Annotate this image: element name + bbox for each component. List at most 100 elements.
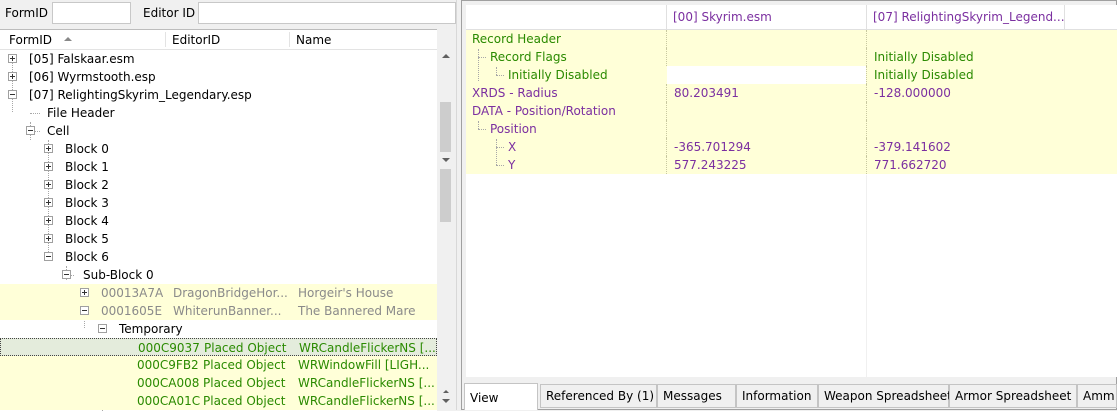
expand-icon[interactable] [44, 198, 53, 207]
tree-row-record[interactable]: 000CA01C Placed Object WRCandleFlickerNS… [0, 392, 437, 410]
expand-icon[interactable] [44, 144, 53, 153]
scroll-down-button[interactable] [437, 152, 454, 169]
tree-row-label: Block 0 [65, 142, 109, 156]
tab-armor-spreadsheet[interactable]: Armor Spreadsheet [949, 384, 1077, 408]
tree-row-label: [06] Wyrmstooth.esp [29, 70, 156, 84]
column-formid[interactable]: FormID [9, 33, 52, 47]
tab-view[interactable]: View [464, 383, 538, 410]
field-value-skyrim: 80.203491 [674, 86, 739, 100]
expand-icon[interactable] [8, 54, 17, 63]
tree-row-label: Temporary [119, 322, 183, 336]
tree-row-label: Block 6 [65, 250, 109, 264]
record-editorid: Placed Object [204, 341, 287, 355]
collapse-icon[interactable] [44, 252, 53, 261]
record-editorid: Placed Object [203, 394, 286, 408]
grid-row-record-header[interactable]: Record Header [466, 30, 1117, 48]
field-label: DATA - Position/Rotation [472, 104, 616, 118]
tree-row-record[interactable]: 000C9FB2 Placed Object WRWindowFill [LIG… [0, 356, 437, 374]
collapse-icon[interactable] [98, 324, 107, 333]
tree-row-file-header[interactable]: File Header [0, 104, 437, 122]
scroll-up-button[interactable] [437, 48, 454, 65]
tab-messages[interactable]: Messages [657, 384, 736, 408]
column-name[interactable]: Name [296, 33, 331, 47]
record-formid: 000CA01C [137, 394, 201, 408]
record-editorid: DragonBridgeHor... [173, 286, 288, 300]
tree-row-label: Block 5 [65, 232, 109, 246]
expand-icon[interactable] [80, 288, 89, 297]
field-value-relighting: -379.141602 [874, 140, 951, 154]
view-tabs: View Referenced By (1) Messages Informat… [462, 382, 1117, 411]
tree-row-block-6[interactable]: Block 6 [0, 248, 437, 266]
collapse-icon[interactable] [26, 126, 35, 135]
tree-row-label: Sub-Block 0 [83, 268, 154, 282]
formid-filter-label: FormID [5, 6, 49, 20]
field-label: Initially Disabled [508, 68, 608, 82]
tree-row-sub-block-0[interactable]: Sub-Block 0 [0, 266, 437, 284]
tab-ammo-spreadsheet[interactable]: Amm [1077, 384, 1117, 408]
record-editorid: Placed Object [203, 376, 286, 390]
record-editorid: Placed Object [203, 358, 286, 372]
grid-row-xrds-radius[interactable]: XRDS - Radius 80.203491 -128.000000 [466, 84, 1117, 102]
field-label: XRDS - Radius [472, 86, 558, 100]
tree-row-block-5[interactable]: Block 5 [0, 230, 437, 248]
expand-icon[interactable] [44, 180, 53, 189]
field-value-relighting: 771.662720 [874, 158, 947, 172]
tree-scrollbar[interactable] [437, 48, 454, 410]
tree-row-falskaar[interactable]: [05] Falskaar.esm [0, 50, 437, 68]
tab-referenced-by[interactable]: Referenced By (1) [540, 384, 657, 408]
collapse-icon[interactable] [62, 270, 71, 279]
tree-row-relighting[interactable]: [07] RelightingSkyrim_Legendary.esp [0, 86, 437, 104]
formid-filter-input[interactable] [52, 2, 131, 24]
record-name: WRCandleFlickerNS [... [299, 341, 436, 355]
collapse-icon[interactable] [80, 306, 89, 315]
record-tree[interactable]: FormID EditorID Name [05] Falskaar.esm [… [0, 29, 437, 411]
expand-icon[interactable] [44, 234, 53, 243]
tree-row-label: Block 2 [65, 178, 109, 192]
tree-row-block-1[interactable]: Block 1 [0, 158, 437, 176]
column-skyrim-esm[interactable]: [00] Skyrim.esm [673, 10, 772, 24]
tree-row-temporary[interactable]: Temporary [0, 320, 437, 338]
tree-row-label: Block 3 [65, 196, 109, 210]
record-name: The Bannered Mare [298, 304, 416, 318]
record-editorid: WhiterunBanner... [173, 304, 282, 318]
field-label: Record Flags [490, 50, 567, 64]
tree-row-block-3[interactable]: Block 3 [0, 194, 437, 212]
tree-row-record-selected[interactable]: 000C9037 Placed Object WRCandleFlickerNS… [0, 338, 437, 356]
tree-row-wyrmstooth[interactable]: [06] Wyrmstooth.esp [0, 68, 437, 86]
grid-row-x[interactable]: X -365.701294 -379.141602 [466, 138, 1117, 156]
grid-row-initially-disabled[interactable]: Initially Disabled Initially Disabled [466, 66, 1117, 84]
grid-row-record-flags[interactable]: Record Flags Initially Disabled [466, 48, 1117, 66]
column-editorid[interactable]: EditorID [172, 33, 220, 47]
tree-row-record[interactable]: 00013A7A DragonBridgeHor... Horgeir's Ho… [0, 284, 437, 302]
record-compare-grid[interactable]: [00] Skyrim.esm [07] RelightingSkyrim_Le… [466, 5, 1117, 377]
field-value-relighting: -128.000000 [874, 86, 951, 100]
tree-row-block-4[interactable]: Block 4 [0, 212, 437, 230]
tab-weapon-spreadsheet[interactable]: Weapon Spreadsheet [818, 384, 952, 408]
tree-row-label: Block 1 [65, 160, 109, 174]
field-label: Record Header [472, 32, 561, 46]
tree-row-label: [07] RelightingSkyrim_Legendary.esp [29, 88, 252, 102]
left-pane: FormID Editor ID FormID EditorID Name [0… [0, 0, 456, 411]
arrow-up-icon [442, 54, 450, 58]
tab-information[interactable]: Information [736, 384, 818, 408]
grid-row-data-position-rotation[interactable]: DATA - Position/Rotation [466, 102, 1117, 120]
tree-row-record[interactable]: 000CA008 Placed Object WRCandleFlickerNS… [0, 374, 437, 392]
grid-row-y[interactable]: Y 577.243225 771.662720 [466, 156, 1117, 174]
editorid-filter-input[interactable] [198, 2, 456, 24]
tree-row-block-2[interactable]: Block 2 [0, 176, 437, 194]
field-value-skyrim: 577.243225 [674, 158, 747, 172]
column-relighting-esp[interactable]: [07] RelightingSkyrim_Legend... [873, 10, 1065, 24]
scroll-down-button-bottom[interactable] [437, 393, 454, 410]
expand-icon[interactable] [8, 72, 17, 81]
grid-row-position[interactable]: Position [466, 120, 1117, 138]
tree-row-block-0[interactable]: Block 0 [0, 140, 437, 158]
record-formid: 00013A7A [101, 286, 164, 300]
tree-row-cell[interactable]: Cell [0, 122, 437, 140]
tree-row-record[interactable]: 0001605E WhiterunBanner... The Bannered … [0, 302, 437, 320]
collapse-icon[interactable] [8, 90, 17, 99]
field-label: Position [490, 122, 537, 136]
field-value-relighting: Initially Disabled [874, 68, 974, 82]
record-formid: 000CA008 [137, 376, 200, 390]
expand-icon[interactable] [44, 162, 53, 171]
expand-icon[interactable] [44, 216, 53, 225]
